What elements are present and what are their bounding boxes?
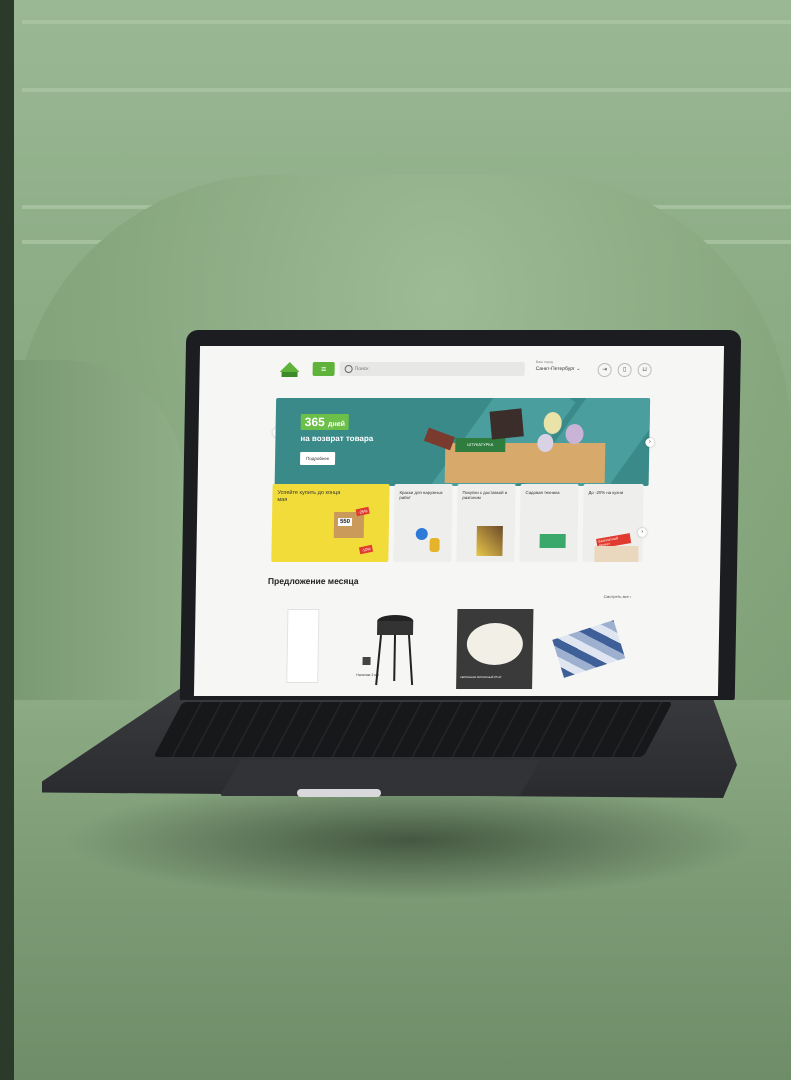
promo-tile[interactable]: Успейте купить до конца мая 550 -25% -10… [271, 484, 390, 562]
product-card[interactable] [552, 609, 637, 689]
search-placeholder: Поиск [354, 366, 369, 372]
promo-tile-label: До -20% на кухни [588, 490, 624, 495]
promo-tile-label: Покупки с доставкой и разгоном [462, 490, 508, 500]
search-input[interactable]: Поиск [339, 362, 525, 376]
laptop-shadow [60, 780, 760, 900]
wall-molding [22, 20, 791, 24]
banner-badge: 365 дней [300, 414, 350, 430]
brush-image [423, 427, 456, 451]
product-note: светильник потолочный 25 м² [460, 675, 502, 679]
tools-image [476, 526, 503, 556]
chevron-down-icon: ⌄ [576, 366, 581, 372]
armchair-arm [14, 360, 184, 720]
paint-image [429, 538, 440, 552]
box-label: ШТУКАТУРКА [455, 438, 506, 452]
search-icon [344, 364, 353, 373]
banner-more-button[interactable]: Подробнее [299, 452, 336, 465]
promo-tile-label: Успейте купить до конца мая [277, 490, 341, 503]
laptop-screen: ≡ Поиск Ваш город Санкт-Петербург ⌄ ⇥ ▯ … [193, 346, 725, 696]
site-header: ≡ Поиск Ваш город Санкт-Петербург ⌄ ⇥ ▯ … [199, 356, 724, 386]
product-card[interactable]: Наличие 2 шт. [356, 609, 427, 689]
product-card[interactable] [286, 609, 323, 689]
wall-molding [22, 88, 791, 92]
promo-tile[interactable]: До -20% на кухни Бесплатный проект [582, 484, 644, 562]
product-image-heater [286, 609, 320, 683]
promo-tile[interactable]: Краски для наружных работ [393, 484, 453, 562]
product-image-grill [362, 615, 414, 686]
tile-sample-image [489, 408, 524, 440]
catalog-menu-button[interactable]: ≡ [312, 362, 335, 376]
promo-tile[interactable]: Покупки с доставкой и разгоном [456, 484, 516, 562]
badge-word: дней [327, 421, 345, 428]
banner-subtitle: на возврат товара [300, 434, 374, 443]
store-logo[interactable] [279, 362, 300, 378]
city-label: Ваш город [535, 360, 553, 364]
lamp-shade [466, 623, 524, 665]
promo-tile-label: Краски для наружных работ [399, 490, 443, 500]
see-all-link[interactable]: Смотреть все › [604, 594, 632, 599]
chevron-right-icon: › [648, 439, 651, 445]
city-selector[interactable]: Санкт-Петербург ⌄ [536, 366, 581, 372]
city-name: Санкт-Петербург [535, 366, 575, 372]
laptop-keyboard [153, 702, 673, 757]
hamburger-icon: ≡ [320, 364, 327, 374]
see-all-label: Смотреть все [603, 594, 629, 599]
tiles-next-button[interactable]: › [637, 528, 647, 537]
cart-icon[interactable]: ⊔ [637, 363, 652, 377]
kitchen-image [594, 546, 639, 562]
login-icon[interactable]: ⇥ [597, 363, 612, 377]
badge-number: 365 [304, 415, 325, 429]
section-title: Предложение месяца [267, 576, 359, 586]
hero-banner[interactable]: 365 дней на возврат товара Подробнее ШТУ… [274, 398, 651, 486]
price-tag: 550 [337, 518, 353, 526]
compare-icon[interactable]: ▯ [617, 363, 632, 377]
lawnmower-image [539, 534, 566, 548]
product-card[interactable]: светильник потолочный 25 м² [456, 609, 535, 689]
discount-tag: -25% [355, 506, 371, 517]
banner-next-button[interactable]: › [645, 438, 655, 447]
promo-tile-label: Садовая техника [525, 490, 560, 495]
product-image-blanket [552, 620, 626, 678]
product-image-lamp: светильник потолочный 25 м² [456, 609, 534, 689]
left-edge-shadow [0, 0, 14, 1080]
product-note: Наличие 2 шт. [356, 673, 380, 677]
roll-image [543, 412, 562, 434]
paint-roller-image [415, 528, 428, 540]
promo-tile[interactable]: Садовая техника [519, 484, 579, 562]
chevron-right-icon: › [630, 594, 632, 599]
chevron-right-icon: › [641, 529, 644, 535]
discount-tag: -10% [358, 544, 374, 555]
laptop-notch [297, 789, 381, 797]
